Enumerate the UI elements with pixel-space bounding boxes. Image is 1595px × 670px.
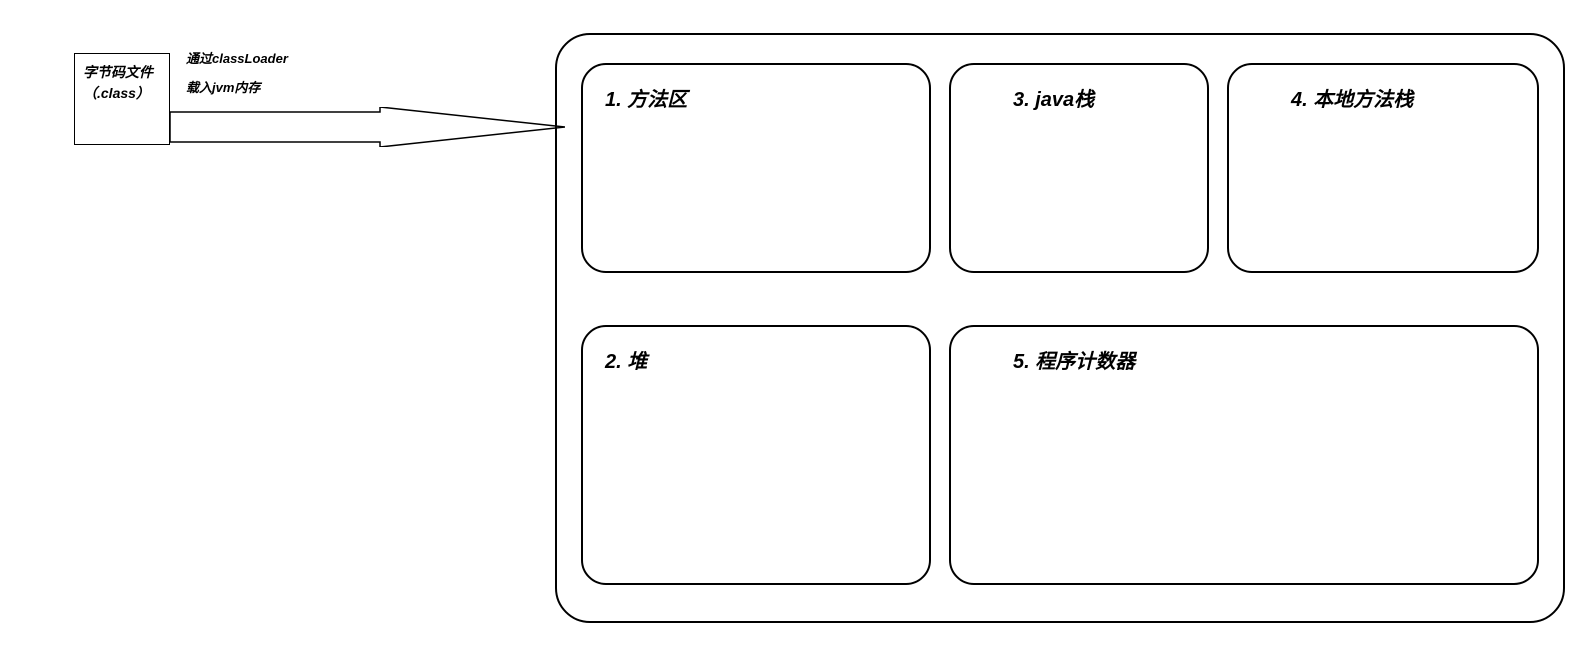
method-area-label: 1. 方法区 [605,89,687,111]
method-area-box: 1. 方法区 [581,63,931,273]
class-file-label: 字节码文件（.class） [83,64,153,101]
heap-box: 2. 堆 [581,325,931,585]
java-stack-label: 3. java栈 [973,83,1185,112]
class-file-box: 字节码文件（.class） [74,53,170,145]
program-counter-label: 5. 程序计数器 [973,345,1515,374]
arrow-label: 通过classLoader 载入jvm内存 [186,45,288,102]
java-stack-box: 3. java栈 [949,63,1209,273]
arrow-label-line1: 通过classLoader [186,45,288,74]
arrow-icon [170,107,565,147]
jvm-memory-container: 1. 方法区 3. java栈 4. 本地方法栈 2. 堆 5. 程序计数器 [555,33,1565,623]
arrow-label-line2: 载入jvm内存 [186,74,288,103]
native-method-stack-label: 4. 本地方法栈 [1251,83,1515,112]
native-method-stack-box: 4. 本地方法栈 [1227,63,1539,273]
program-counter-box: 5. 程序计数器 [949,325,1539,585]
heap-label: 2. 堆 [605,351,647,373]
